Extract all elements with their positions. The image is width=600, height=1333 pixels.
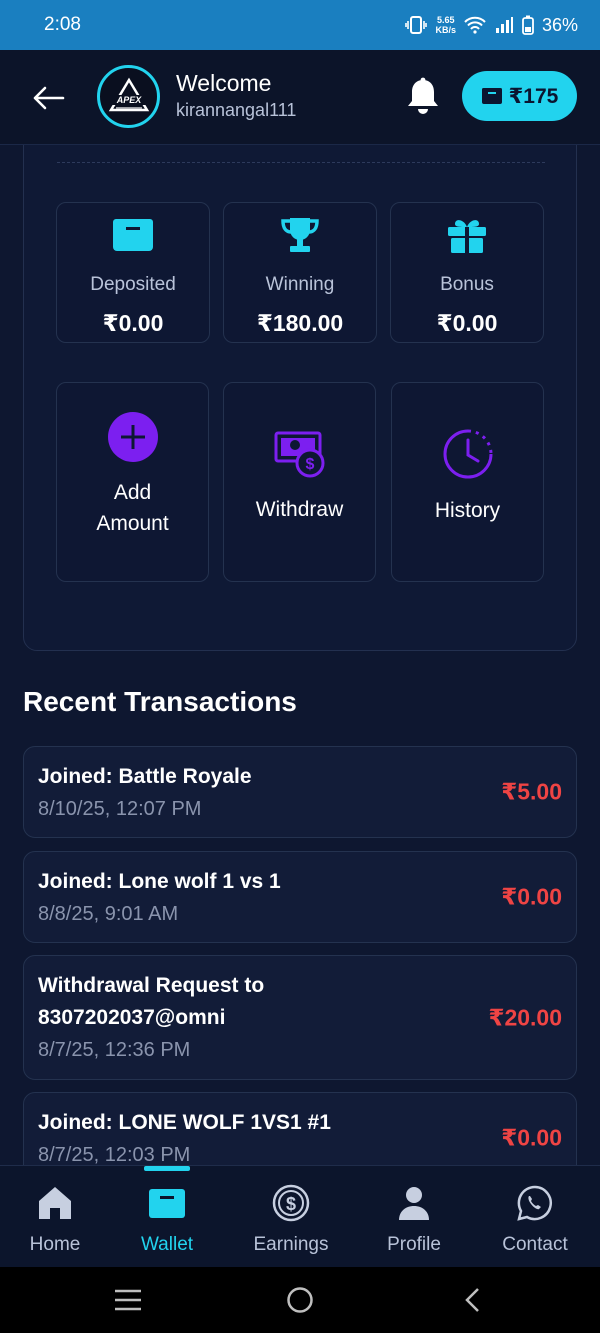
home-icon [39, 1187, 71, 1219]
trophy-icon [281, 218, 319, 252]
wallet-card: Deposited ₹0.00 Winning ₹180.00 Bonus ₹0… [23, 145, 577, 651]
recent-transactions-title: Recent Transactions [23, 686, 297, 717]
nav-wallet[interactable]: Wallet [107, 1166, 227, 1268]
withdraw-button[interactable]: $ Withdraw [223, 382, 376, 582]
menu-icon[interactable] [114, 1288, 142, 1312]
transaction-title: Joined: Lone wolf 1 vs 1 [38, 870, 281, 893]
back-arrow-icon[interactable] [30, 80, 66, 116]
balance-button[interactable]: ₹175 [462, 71, 577, 121]
gift-icon [448, 220, 486, 253]
home-circle-icon[interactable] [286, 1286, 314, 1314]
nav-profile[interactable]: Profile [354, 1166, 474, 1268]
status-time: 2:08 [44, 14, 81, 35]
winning-label: Winning [265, 274, 335, 295]
bonus-label: Bonus [440, 274, 494, 295]
add-amount-label-2: Amount [96, 512, 169, 535]
transaction-date: 8/10/25, 12:07 PM [38, 798, 202, 820]
nav-earnings-label: Earnings [253, 1234, 329, 1255]
divider [57, 162, 545, 163]
transaction-row[interactable]: Joined: LONE WOLF 1VS1 #1 8/7/25, 12:03 … [23, 1092, 577, 1165]
transaction-amount: ₹0.00 [501, 883, 562, 910]
welcome-label: Welcome [176, 70, 272, 96]
transaction-title: Withdrawal Request to 8307202037@omni [38, 974, 265, 1029]
transaction-amount: ₹5.00 [501, 778, 562, 805]
status-icons: 5.65 KB/s 36% [405, 15, 578, 36]
net-speed: 5.65 KB/s [435, 15, 456, 35]
add-amount-label-1: Add [113, 481, 152, 504]
nav-home[interactable]: Home [0, 1166, 115, 1268]
whatsapp-icon [517, 1185, 552, 1221]
logo-text: APEX [115, 95, 142, 105]
deposited-label: Deposited [90, 274, 176, 295]
transaction-date: 8/7/25, 12:36 PM [38, 1039, 191, 1061]
system-nav-bar [0, 1267, 600, 1333]
nav-wallet-label: Wallet [140, 1234, 194, 1255]
withdraw-label: Withdraw [255, 497, 344, 521]
transaction-amount: ₹20.00 [488, 1004, 562, 1030]
nav-home-label: Home [29, 1234, 81, 1255]
wifi-icon [464, 16, 486, 34]
transaction-title: Joined: LONE WOLF 1VS1 #1 [38, 1111, 331, 1134]
winning-value: ₹180.00 [256, 310, 344, 336]
battery-icon [522, 15, 534, 35]
transaction-date: 8/7/25, 12:03 PM [38, 1144, 191, 1165]
wallet-icon [113, 219, 153, 251]
wallet-icon [481, 88, 502, 104]
transaction-row[interactable]: Withdrawal Request to 8307202037@omni 8/… [23, 955, 577, 1080]
transaction-amount: ₹0.00 [501, 1124, 562, 1151]
transaction-date: 8/8/25, 9:01 AM [38, 903, 179, 925]
transaction-title: Joined: Battle Royale [38, 765, 252, 788]
cash-withdraw-icon: $ [274, 431, 324, 477]
nav-earnings[interactable]: $ Earnings [231, 1166, 351, 1268]
wallet-content[interactable]: Deposited ₹0.00 Winning ₹180.00 Bonus ₹0… [0, 145, 600, 1165]
app-header: APEX Welcome kirannangal111 ₹175 [0, 50, 600, 145]
apex-logo-icon: APEX [108, 77, 149, 111]
vibrate-icon [405, 16, 428, 34]
svg-text:$: $ [286, 1194, 296, 1214]
history-label: History [434, 498, 501, 522]
winning-card: Winning ₹180.00 [223, 202, 377, 343]
back-chevron-icon[interactable] [462, 1286, 482, 1314]
nav-contact[interactable]: Contact [475, 1166, 595, 1268]
username: kirannangal111 [176, 100, 297, 120]
net-speed-value: 5.65 [436, 15, 455, 25]
status-bar: 2:08 5.65 KB/s 36% [0, 0, 600, 50]
bottom-nav: Home Wallet $ Earnings Profile Contact [0, 1165, 600, 1267]
bell-icon[interactable] [405, 76, 441, 116]
dollar-coin-icon: $ [272, 1184, 310, 1222]
plus-circle-icon [107, 412, 158, 462]
bonus-value: ₹0.00 [436, 310, 498, 336]
clock-history-icon [443, 429, 492, 478]
welcome-block: Welcome kirannangal111 [176, 70, 296, 121]
transaction-row[interactable]: Joined: Battle Royale 8/10/25, 12:07 PM … [23, 746, 577, 838]
balance-amount: ₹175 [508, 84, 559, 108]
user-icon [399, 1187, 429, 1220]
svg-text:$: $ [305, 456, 314, 473]
nav-profile-label: Profile [387, 1234, 441, 1255]
nav-contact-label: Contact [502, 1234, 568, 1255]
signal-icon [495, 17, 513, 33]
add-amount-button[interactable]: Add Amount [56, 382, 209, 582]
wallet-icon [149, 1189, 185, 1218]
net-speed-unit: KB/s [435, 25, 456, 35]
battery-percent: 36% [541, 14, 578, 35]
apex-logo: APEX [97, 65, 160, 128]
bonus-card: Bonus ₹0.00 [390, 202, 544, 343]
transaction-row[interactable]: Joined: Lone wolf 1 vs 1 8/8/25, 9:01 AM… [23, 851, 577, 943]
deposited-card: Deposited ₹0.00 [56, 202, 210, 343]
history-button[interactable]: History [391, 382, 544, 582]
deposited-value: ₹0.00 [102, 310, 164, 336]
